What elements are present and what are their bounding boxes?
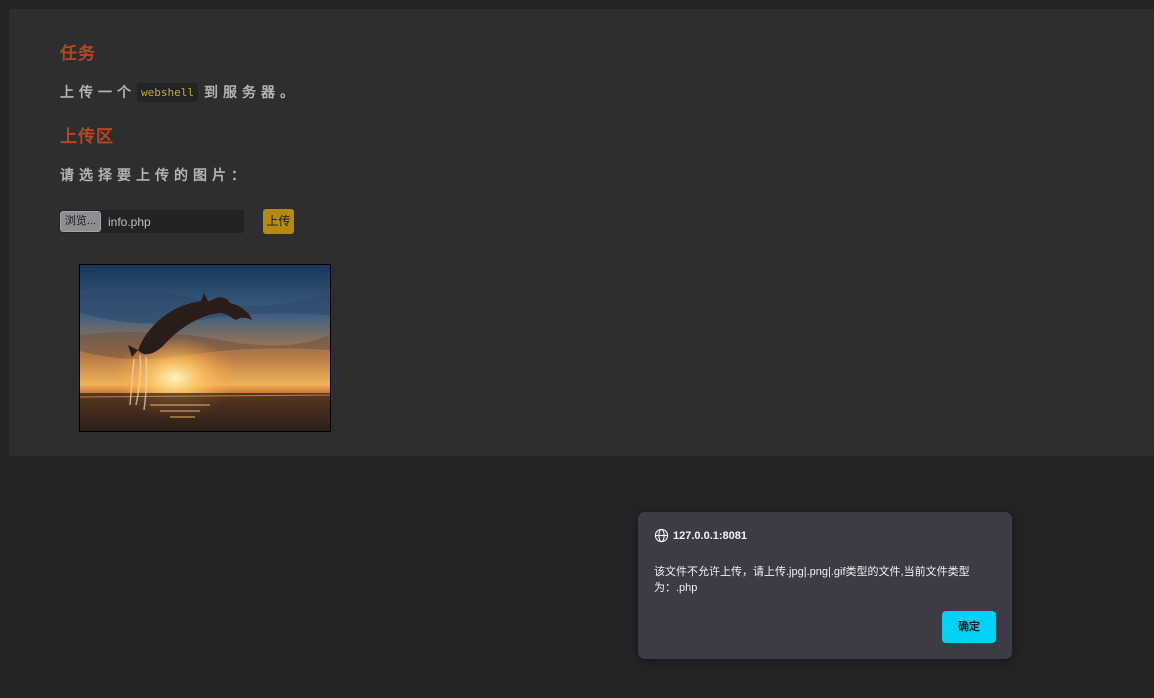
file-input[interactable]: 浏览... info.php [59, 210, 244, 233]
task-text-before: 上传一个 [60, 84, 136, 100]
selected-file-name: info.php [108, 215, 151, 229]
task-description: 上传一个 webshell 到服务器。 [60, 82, 299, 102]
globe-icon [654, 528, 669, 543]
webshell-code: webshell [137, 82, 198, 102]
browse-button[interactable]: 浏览... [60, 211, 101, 232]
dialog-origin: 127.0.0.1:8081 [654, 528, 747, 543]
dolphin-sunset-image [80, 265, 330, 431]
dialog-origin-text: 127.0.0.1:8081 [673, 529, 748, 542]
choose-image-prompt: 请选择要上传的图片： [60, 167, 250, 183]
dialog-message: 该文件不允许上传，请上传.jpg|.png|.gif类型的文件,当前文件类型为：… [654, 566, 970, 594]
preview-image [79, 264, 331, 432]
alert-dialog: 127.0.0.1:8081 该文件不允许上传，请上传.jpg|.png|.gi… [638, 512, 1012, 659]
ok-button[interactable]: 确定 [942, 611, 996, 643]
task-heading: 任务 [60, 44, 96, 63]
upload-area-heading: 上传区 [60, 127, 114, 146]
task-text-after: 到服务器。 [203, 84, 299, 100]
upload-button[interactable]: 上传 [263, 209, 294, 234]
